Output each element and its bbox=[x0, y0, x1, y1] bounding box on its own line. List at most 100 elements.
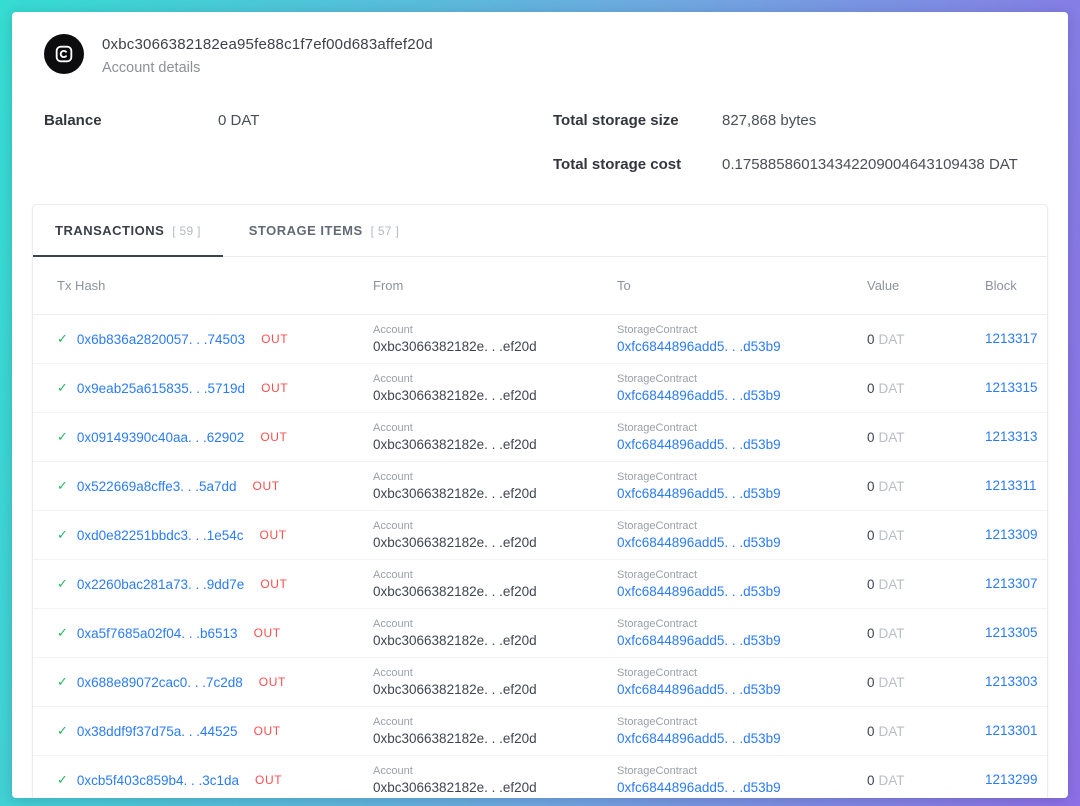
from-type-label: Account bbox=[373, 519, 413, 532]
to-address-link[interactable]: 0xfc6844896add5. . .d53b9 bbox=[617, 632, 867, 650]
to-type-label: StorageContract bbox=[617, 470, 698, 483]
block-cell: 1213311 bbox=[985, 477, 1037, 495]
account-details-card: 0xbc3066382182ea95fe88c1f7ef00d683affef2… bbox=[12, 12, 1068, 798]
value-cell: 0 DAT bbox=[867, 773, 985, 788]
value-cell: 0 DAT bbox=[867, 724, 985, 739]
balance-row: Balance 0 DAT bbox=[44, 112, 553, 129]
to-cell: StorageContract 0xfc6844896add5. . .d53b… bbox=[617, 421, 867, 454]
transaction-row: ✓ 0x522669a8cffe3. . .5a7dd OUT Account … bbox=[33, 462, 1047, 511]
tabs-bar: TRANSACTIONS [ 59 ] STORAGE ITEMS [ 57 ] bbox=[33, 205, 1047, 257]
to-type-label: StorageContract bbox=[617, 519, 698, 532]
from-type-label: Account bbox=[373, 568, 413, 581]
from-type-label: Account bbox=[373, 666, 413, 679]
account-head-text: 0xbc3066382182ea95fe88c1f7ef00d683affef2… bbox=[102, 34, 433, 76]
success-check-icon: ✓ bbox=[57, 772, 68, 787]
success-check-icon: ✓ bbox=[57, 576, 68, 591]
value-amount: 0 bbox=[867, 380, 875, 396]
tab-transactions[interactable]: TRANSACTIONS [ 59 ] bbox=[33, 205, 223, 257]
to-address-link[interactable]: 0xfc6844896add5. . .d53b9 bbox=[617, 534, 867, 552]
to-address-link[interactable]: 0xfc6844896add5. . .d53b9 bbox=[617, 338, 867, 356]
value-unit: DAT bbox=[878, 625, 905, 641]
to-address-link[interactable]: 0xfc6844896add5. . .d53b9 bbox=[617, 485, 867, 503]
direction-out-badge: OUT bbox=[252, 479, 280, 493]
tx-hash-link[interactable]: 0x9eab25a615835. . .5719d bbox=[77, 381, 245, 396]
block-number-link[interactable]: 1213307 bbox=[985, 576, 1038, 591]
direction-out-badge: OUT bbox=[259, 528, 287, 542]
tx-hash-link[interactable]: 0x2260bac281a73. . .9dd7e bbox=[77, 577, 244, 592]
tab-storage-items-label: STORAGE ITEMS bbox=[248, 223, 363, 238]
to-type-label: StorageContract bbox=[617, 421, 698, 434]
account-address: 0xbc3066382182ea95fe88c1f7ef00d683affef2… bbox=[102, 36, 433, 53]
tx-hash-cell: ✓ 0x6b836a2820057. . .74503 OUT bbox=[57, 331, 373, 347]
block-number-link[interactable]: 1213311 bbox=[985, 478, 1037, 493]
column-header-tx-hash: Tx Hash bbox=[57, 278, 106, 293]
block-number-link[interactable]: 1213313 bbox=[985, 429, 1038, 444]
from-cell: Account 0xbc3066382182e. . .ef20d bbox=[373, 323, 617, 356]
table-header-row: Tx Hash From To Value Block bbox=[33, 257, 1047, 315]
from-address: 0xbc3066382182e. . .ef20d bbox=[373, 338, 537, 354]
to-address-link[interactable]: 0xfc6844896add5. . .d53b9 bbox=[617, 779, 867, 797]
block-number-link[interactable]: 1213301 bbox=[985, 723, 1038, 738]
transaction-row: ✓ 0x38ddf9f37d75a. . .44525 OUT Account … bbox=[33, 707, 1047, 756]
value-cell: 0 DAT bbox=[867, 577, 985, 592]
tx-hash-link[interactable]: 0x688e89072cac0. . .7c2d8 bbox=[77, 675, 243, 690]
block-cell: 1213317 bbox=[985, 330, 1038, 348]
tx-hash-link[interactable]: 0x38ddf9f37d75a. . .44525 bbox=[77, 724, 238, 739]
to-cell: StorageContract 0xfc6844896add5. . .d53b… bbox=[617, 715, 867, 748]
success-check-icon: ✓ bbox=[57, 380, 68, 395]
summary-right: Total storage size 827,868 bytes Total s… bbox=[553, 112, 1036, 200]
from-address: 0xbc3066382182e. . .ef20d bbox=[373, 632, 537, 648]
block-cell: 1213309 bbox=[985, 526, 1038, 544]
storage-cost-value: 0.175885860134342209004643109438 DAT bbox=[722, 156, 1018, 173]
block-number-link[interactable]: 1213305 bbox=[985, 625, 1038, 640]
to-address-link[interactable]: 0xfc6844896add5. . .d53b9 bbox=[617, 436, 867, 454]
success-check-icon: ✓ bbox=[57, 723, 68, 738]
value-cell: 0 DAT bbox=[867, 675, 985, 690]
to-address-link[interactable]: 0xfc6844896add5. . .d53b9 bbox=[617, 583, 867, 601]
tx-hash-link[interactable]: 0x09149390c40aa. . .62902 bbox=[77, 430, 244, 445]
to-type-label: StorageContract bbox=[617, 568, 698, 581]
value-cell: 0 DAT bbox=[867, 381, 985, 396]
column-header-block: Block bbox=[985, 278, 1017, 293]
block-number-link[interactable]: 1213299 bbox=[985, 772, 1038, 787]
from-type-label: Account bbox=[373, 421, 413, 434]
success-check-icon: ✓ bbox=[57, 625, 68, 640]
tx-hash-cell: ✓ 0x2260bac281a73. . .9dd7e OUT bbox=[57, 576, 373, 592]
tx-hash-link[interactable]: 0xd0e82251bbdc3. . .1e54c bbox=[77, 528, 244, 543]
from-address: 0xbc3066382182e. . .ef20d bbox=[373, 387, 537, 403]
tx-hash-link[interactable]: 0x522669a8cffe3. . .5a7dd bbox=[77, 479, 237, 494]
direction-out-badge: OUT bbox=[255, 773, 283, 787]
storage-cost-row: Total storage cost 0.1758858601343422090… bbox=[553, 156, 1036, 173]
to-address-link[interactable]: 0xfc6844896add5. . .d53b9 bbox=[617, 681, 867, 699]
from-cell: Account 0xbc3066382182e. . .ef20d bbox=[373, 372, 617, 405]
value-cell: 0 DAT bbox=[867, 332, 985, 347]
from-address: 0xbc3066382182e. . .ef20d bbox=[373, 730, 537, 746]
block-number-link[interactable]: 1213317 bbox=[985, 331, 1038, 346]
to-type-label: StorageContract bbox=[617, 764, 698, 777]
tx-hash-link[interactable]: 0x6b836a2820057. . .74503 bbox=[77, 332, 245, 347]
to-address-link[interactable]: 0xfc6844896add5. . .d53b9 bbox=[617, 387, 867, 405]
value-cell: 0 DAT bbox=[867, 626, 985, 641]
tab-storage-items[interactable]: STORAGE ITEMS [ 57 ] bbox=[227, 205, 421, 256]
tab-transactions-count: [ 59 ] bbox=[172, 223, 201, 238]
block-number-link[interactable]: 1213309 bbox=[985, 527, 1038, 542]
transaction-row: ✓ 0x2260bac281a73. . .9dd7e OUT Account … bbox=[33, 560, 1047, 609]
from-address: 0xbc3066382182e. . .ef20d bbox=[373, 681, 537, 697]
from-type-label: Account bbox=[373, 372, 413, 385]
from-cell: Account 0xbc3066382182e. . .ef20d bbox=[373, 764, 617, 797]
block-cell: 1213307 bbox=[985, 575, 1038, 593]
block-number-link[interactable]: 1213303 bbox=[985, 674, 1038, 689]
block-cell: 1213313 bbox=[985, 428, 1038, 446]
from-cell: Account 0xbc3066382182e. . .ef20d bbox=[373, 470, 617, 503]
from-type-label: Account bbox=[373, 715, 413, 728]
value-amount: 0 bbox=[867, 478, 875, 494]
tx-hash-link[interactable]: 0xa5f7685a02f04. . .b6513 bbox=[77, 626, 238, 641]
tx-hash-link[interactable]: 0xcb5f403c859b4. . .3c1da bbox=[77, 773, 239, 788]
transaction-row: ✓ 0xa5f7685a02f04. . .b6513 OUT Account … bbox=[33, 609, 1047, 658]
storage-size-value: 827,868 bytes bbox=[722, 112, 817, 129]
balance-label: Balance bbox=[44, 112, 102, 129]
to-type-label: StorageContract bbox=[617, 617, 698, 630]
block-number-link[interactable]: 1213315 bbox=[985, 380, 1038, 395]
direction-out-badge: OUT bbox=[260, 430, 288, 444]
to-address-link[interactable]: 0xfc6844896add5. . .d53b9 bbox=[617, 730, 867, 748]
